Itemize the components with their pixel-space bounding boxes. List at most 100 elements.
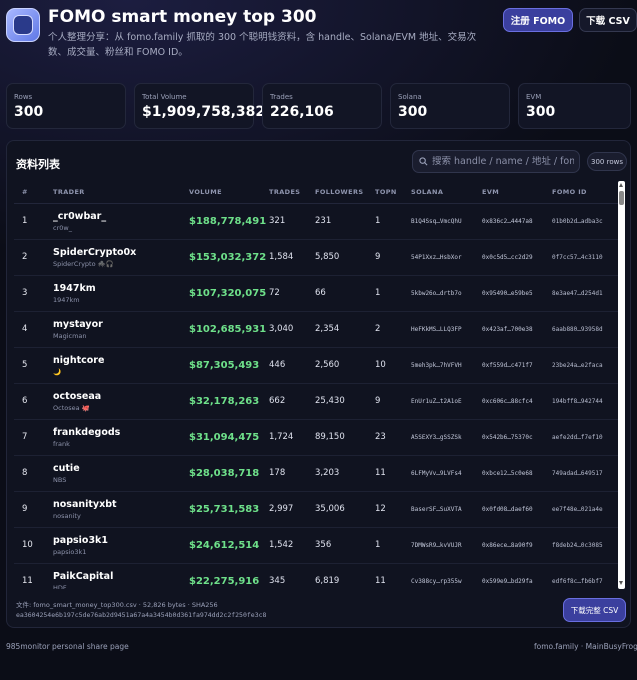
trader-cell[interactable]: frankdegods frank	[50, 419, 186, 456]
file-info: 文件: fomo_smart_money_top300.csv · 52,826…	[16, 600, 536, 620]
evm-address-cell[interactable]: 0x86ece…8a90f9	[479, 527, 549, 564]
trader-cell[interactable]: 1947km 1947km	[50, 275, 186, 312]
trader-cell[interactable]: nightcore 🌙	[50, 347, 186, 384]
column-header[interactable]: TRADER	[50, 181, 186, 204]
row-index: 8	[14, 455, 50, 492]
evm-address-cell[interactable]: 0x0fd08…daef60	[479, 491, 549, 528]
solana-address-cell[interactable]: HeFKkMS…LLQ3FP	[408, 311, 479, 348]
row-index: 2	[14, 239, 50, 276]
table-row[interactable]: 2 SpiderCrypto0x SpiderCrypto 🕷️🎧 $153,032,…	[14, 239, 620, 276]
stat-card-solana: Solana 300	[390, 83, 510, 129]
scroll-down-arrow-icon[interactable]	[619, 581, 623, 585]
table-row[interactable]: 5 nightcore 🌙 $87,305,493 446 2,560 10 5meh3pk……	[14, 347, 620, 384]
evm-address-cell[interactable]: 0x836c2…4447a8	[479, 203, 549, 240]
solana-address-cell[interactable]: 5kbw26o…drtb7o	[408, 275, 479, 312]
solana-address-cell[interactable]: Cv388cy…rp355w	[408, 563, 479, 589]
column-header[interactable]: FOLLOWERS	[312, 181, 372, 204]
column-header[interactable]: FOMO ID	[549, 181, 620, 204]
trader-name: HDF	[53, 583, 67, 590]
evm-address-cell[interactable]: 0xc606c…88cfc4	[479, 383, 549, 420]
scrollbar-thumb[interactable]	[619, 191, 624, 205]
table-row[interactable]: 9 nosanityxbt nosanity $25,731,583 2,997 35,0…	[14, 491, 620, 528]
download-full-csv-button[interactable]: 下载完整 CSV	[563, 598, 626, 622]
trades-cell: 3,040	[266, 311, 312, 348]
trader-handle[interactable]: octoseaa	[53, 391, 186, 402]
trader-cell[interactable]: _cr0wbar_ cr0w_	[50, 203, 186, 240]
table-row[interactable]: 10 papsio3k1 papsio3k1 $24,612,514 1,542 356 1…	[14, 527, 620, 564]
solana-address-cell[interactable]: BaserSF…SuXVTA	[408, 491, 479, 528]
fomo-id-cell[interactable]: 23be24a…e2faca	[549, 347, 620, 384]
trader-handle[interactable]: 1947km	[53, 283, 186, 294]
trader-handle[interactable]: nosanityxbt	[53, 499, 186, 510]
solana-address-cell[interactable]: A5SEXY3…gSSZSk	[408, 419, 479, 456]
table-row[interactable]: 4 mystayor Magicman $102,685,931 3,040 2,354 2…	[14, 311, 620, 348]
trader-handle[interactable]: PaikCapital	[53, 571, 186, 582]
evm-address-cell[interactable]: 0xf559d…c471f7	[479, 347, 549, 384]
evm-address-cell[interactable]: 0x542b6…75370c	[479, 419, 549, 456]
column-header[interactable]: VOLUME	[186, 181, 266, 204]
fomo-id-cell[interactable]: 749adad…649517	[549, 455, 620, 492]
search-input[interactable]	[432, 156, 574, 167]
fomo-id-cell[interactable]: 8e3ae47…d254d1	[549, 275, 620, 312]
trader-cell[interactable]: SpiderCrypto0x SpiderCrypto 🕷️🎧	[50, 239, 186, 276]
fomo-id-cell[interactable]: edf6f8c…fb6bf7	[549, 563, 620, 589]
trader-cell[interactable]: nosanityxbt nosanity	[50, 491, 186, 528]
stats-row: Rows 300 Total Volume $1,909,758,382 Tra…	[6, 83, 631, 129]
volume-cell: $22,275,916	[186, 563, 266, 589]
trader-handle[interactable]: cutie	[53, 463, 186, 474]
table-row[interactable]: 11 PaikCapital HDF $22,275,916 345 6,819 11 Cv3…	[14, 563, 620, 589]
table-row[interactable]: 1 _cr0wbar_ cr0w_ $188,778,491 321 231 1 B1Q4Ss…	[14, 203, 620, 240]
trader-handle[interactable]: SpiderCrypto0x	[53, 247, 186, 258]
solana-address-cell[interactable]: 7DMWsR9…kvVUJR	[408, 527, 479, 564]
fomo-id-cell[interactable]: ee7f48e…021a4e	[549, 491, 620, 528]
fomo-id-cell[interactable]: 194bff8…942744	[549, 383, 620, 420]
column-header[interactable]: EVM	[479, 181, 549, 204]
trader-handle[interactable]: mystayor	[53, 319, 186, 330]
volume-cell: $107,320,075	[186, 275, 266, 312]
table-scrollbar[interactable]	[618, 181, 625, 589]
footer-right-text[interactable]: fomo.family · MainBusyFrog	[534, 642, 637, 651]
trader-handle[interactable]: nightcore	[53, 355, 186, 366]
fomo-id-cell[interactable]: f8deb24…0c3085	[549, 527, 620, 564]
scroll-up-arrow-icon[interactable]	[619, 183, 623, 187]
trader-handle[interactable]: _cr0wbar_	[53, 211, 186, 222]
solana-address-cell[interactable]: 54P1Xxz…HsbXor	[408, 239, 479, 276]
evm-address-cell[interactable]: 0xbce12…5c0e68	[479, 455, 549, 492]
table-row[interactable]: 6 octoseaa Octosea 🐙 $32,178,263 662 25,430 9 E…	[14, 383, 620, 420]
evm-address-cell[interactable]: 0x95490…e59be5	[479, 275, 549, 312]
column-header[interactable]: TOPN	[372, 181, 408, 204]
table-row[interactable]: 3 1947km 1947km $107,320,075 72 66 1 5kbw26o…dr…	[14, 275, 620, 312]
fomo-id-cell[interactable]: 6aab880…93958d	[549, 311, 620, 348]
volume-cell: $188,778,491	[186, 203, 266, 240]
solana-address-cell[interactable]: 5meh3pk…7hVFVH	[408, 347, 479, 384]
column-header[interactable]: #	[14, 181, 50, 204]
stat-value: 300	[398, 104, 428, 120]
fomo-id-cell[interactable]: 01b0b2d…adba3c	[549, 203, 620, 240]
solana-address-cell[interactable]: B1Q4Ssq…VmcQhU	[408, 203, 479, 240]
solana-address-cell[interactable]: 6LFMyVv…9LVFs4	[408, 455, 479, 492]
table-row[interactable]: 7 frankdegods frank $31,094,475 1,724 89,150 2…	[14, 419, 620, 456]
fomo-id-cell[interactable]: aefe2dd…f7ef10	[549, 419, 620, 456]
stat-card-evm: EVM 300	[518, 83, 631, 129]
trader-cell[interactable]: cutie NBS	[50, 455, 186, 492]
column-header[interactable]: TRADES	[266, 181, 312, 204]
stat-label: Solana	[398, 93, 422, 101]
evm-address-cell[interactable]: 0x423af…700e38	[479, 311, 549, 348]
volume-cell: $87,305,493	[186, 347, 266, 384]
trader-handle[interactable]: papsio3k1	[53, 535, 186, 546]
evm-address-cell[interactable]: 0x0c5d5…cc2d29	[479, 239, 549, 276]
trader-cell[interactable]: mystayor Magicman	[50, 311, 186, 348]
evm-address-cell[interactable]: 0x599e9…bd29fa	[479, 563, 549, 589]
trader-cell[interactable]: octoseaa Octosea 🐙	[50, 383, 186, 420]
trader-cell[interactable]: PaikCapital HDF	[50, 563, 186, 589]
register-fomo-button[interactable]: 注册 FOMO	[503, 8, 573, 32]
solana-address-cell[interactable]: EnUr1uZ…t2A1oE	[408, 383, 479, 420]
search-box[interactable]	[412, 150, 580, 173]
trader-handle[interactable]: frankdegods	[53, 427, 186, 438]
followers-cell: 2,560	[312, 347, 372, 384]
table-row[interactable]: 8 cutie NBS $28,038,718 178 3,203 11 6LFMyVv…9L…	[14, 455, 620, 492]
column-header[interactable]: SOLANA	[408, 181, 479, 204]
trader-cell[interactable]: papsio3k1 papsio3k1	[50, 527, 186, 564]
fomo-id-cell[interactable]: 0f7cc57…4c3110	[549, 239, 620, 276]
download-csv-button[interactable]: 下载 CSV	[579, 8, 637, 32]
